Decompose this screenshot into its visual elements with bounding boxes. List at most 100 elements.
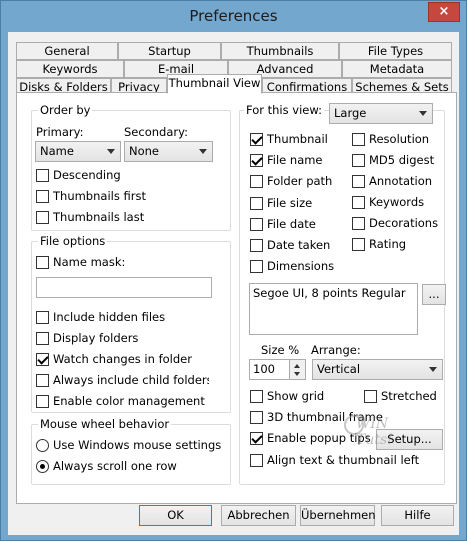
- decorations-checkbox[interactable]: [352, 217, 365, 230]
- close-button[interactable]: ×: [428, 2, 460, 22]
- decorations-label: Decorations: [369, 216, 439, 230]
- order-by-title: Order by: [38, 103, 93, 117]
- thumbnail-frame-checkbox[interactable]: [250, 411, 263, 424]
- name-mask-checkbox[interactable]: [36, 256, 49, 269]
- watch-changes-label: Watch changes in folder: [53, 352, 192, 366]
- stretched-checkbox[interactable]: [364, 390, 377, 403]
- rating-label: Rating: [369, 237, 407, 251]
- date-taken-label: Date taken: [267, 238, 331, 252]
- arrange-label: Arrange:: [311, 343, 361, 357]
- watermark-text: WIN Tuts!: [356, 416, 393, 448]
- rating-checkbox[interactable]: [352, 238, 365, 251]
- folder-path-checkbox[interactable]: [250, 175, 263, 188]
- file-size-label: File size: [267, 196, 313, 210]
- primary-select[interactable]: Name: [35, 141, 121, 162]
- descending-checkbox[interactable]: [36, 169, 49, 182]
- font-browse-button[interactable]: ...: [422, 284, 446, 305]
- secondary-label: Secondary:: [124, 125, 188, 139]
- thumbnails-last-label: Thumbnails last: [53, 210, 145, 224]
- descending-label: Descending: [53, 168, 121, 182]
- thumbnail-checkbox[interactable]: [250, 133, 263, 146]
- window-title: Preferences: [189, 7, 278, 25]
- mouse-wheel-group: Mouse wheel behavior Use Windows mouse s…: [31, 417, 231, 485]
- align-left-checkbox[interactable]: [250, 454, 263, 467]
- tab-thumbnails[interactable]: Thumbnails: [221, 42, 339, 60]
- folder-path-label: Folder path: [267, 174, 333, 188]
- resolution-label: Resolution: [369, 132, 430, 146]
- file-name-label: File name: [267, 153, 323, 167]
- chevron-down-icon: [429, 367, 437, 372]
- scroll-one-row-label: Always scroll one row: [53, 459, 177, 473]
- arrow-up-icon[interactable]: [294, 364, 300, 368]
- md5-digest-label: MD5 digest: [369, 153, 435, 167]
- thumbnails-first-checkbox[interactable]: [36, 190, 49, 203]
- secondary-value: None: [129, 144, 160, 158]
- for-this-view-title: For this view:: [244, 103, 324, 117]
- dimensions-checkbox[interactable]: [250, 260, 263, 273]
- primary-label: Primary:: [36, 125, 84, 139]
- dimensions-label: Dimensions: [267, 259, 335, 273]
- watermark-logo: WIN Tuts!: [344, 413, 424, 448]
- close-icon: ×: [438, 4, 450, 19]
- watch-changes-checkbox[interactable]: [36, 353, 49, 366]
- font-display: Segoe UI, 8 points Regular: [249, 283, 418, 335]
- include-child-folders-checkbox[interactable]: [36, 374, 49, 387]
- preferences-window: Preferences × General Startup Thumbnails…: [0, 0, 467, 541]
- windows-mouse-settings-radio[interactable]: [36, 439, 49, 452]
- keywords-label: Keywords: [369, 195, 425, 209]
- scroll-one-row-radio[interactable]: [36, 460, 49, 473]
- arrange-select[interactable]: Vertical: [312, 359, 443, 380]
- view-size-value: Large: [334, 106, 367, 120]
- thumbnail-view-panel: Order by Primary: Secondary: Name None D…: [16, 92, 457, 504]
- thumbnails-last-checkbox[interactable]: [36, 211, 49, 224]
- chevron-down-icon: [419, 111, 427, 116]
- annotation-checkbox[interactable]: [352, 175, 365, 188]
- display-folders-checkbox[interactable]: [36, 332, 49, 345]
- file-name-checkbox[interactable]: [250, 154, 263, 167]
- dialog-client: General Startup Thumbnails File Types Ke…: [8, 32, 459, 535]
- tab-startup[interactable]: Startup: [118, 42, 221, 60]
- ok-button[interactable]: OK: [139, 505, 212, 526]
- arrange-value: Vertical: [317, 362, 361, 376]
- display-folders-label: Display folders: [53, 331, 139, 345]
- size-spinner[interactable]: [290, 359, 306, 380]
- order-by-group: Order by Primary: Secondary: Name None D…: [31, 103, 231, 231]
- tab-thumbnail-view[interactable]: Thumbnail View: [167, 74, 262, 94]
- cancel-button[interactable]: Abbrechen: [221, 505, 296, 526]
- file-options-group: File options Name mask: Include hidden f…: [31, 234, 231, 413]
- tab-metadata[interactable]: Metadata: [342, 60, 452, 78]
- windows-mouse-settings-label: Use Windows mouse settings: [53, 438, 222, 452]
- date-taken-checkbox[interactable]: [250, 239, 263, 252]
- size-input[interactable]: 100: [249, 359, 290, 380]
- tab-general[interactable]: General: [16, 42, 118, 60]
- popup-tips-checkbox[interactable]: [250, 432, 263, 445]
- resolution-checkbox[interactable]: [352, 133, 365, 146]
- include-hidden-files-label: Include hidden files: [53, 310, 166, 324]
- chevron-down-icon: [107, 149, 115, 154]
- file-date-checkbox[interactable]: [250, 218, 263, 231]
- tab-file-types[interactable]: File Types: [339, 42, 452, 60]
- keywords-checkbox[interactable]: [352, 196, 365, 209]
- file-size-checkbox[interactable]: [250, 197, 263, 210]
- include-child-folders-label: Always include child folders: [53, 373, 209, 387]
- include-hidden-files-checkbox[interactable]: [36, 311, 49, 324]
- show-grid-checkbox[interactable]: [250, 390, 263, 403]
- name-mask-label: Name mask:: [53, 255, 126, 269]
- stretched-label: Stretched: [381, 389, 437, 403]
- color-management-label: Enable color management: [53, 394, 205, 408]
- mouse-wheel-title: Mouse wheel behavior: [38, 417, 172, 431]
- file-date-label: File date: [267, 217, 316, 231]
- md5-digest-checkbox[interactable]: [352, 154, 365, 167]
- file-options-title: File options: [38, 234, 108, 248]
- thumbnail-label: Thumbnail: [267, 132, 328, 146]
- apply-button[interactable]: Übernehmen: [300, 505, 376, 526]
- tab-keywords[interactable]: Keywords: [16, 60, 124, 78]
- secondary-select[interactable]: None: [124, 141, 213, 162]
- view-size-select[interactable]: Large: [329, 103, 433, 124]
- title-bar[interactable]: Preferences ×: [1, 1, 466, 32]
- align-left-label: Align text & thumbnail left: [267, 453, 420, 467]
- arrow-down-icon[interactable]: [294, 372, 300, 376]
- color-management-checkbox[interactable]: [36, 395, 49, 408]
- name-mask-input[interactable]: [36, 277, 212, 298]
- help-button[interactable]: Hilfe: [381, 505, 454, 526]
